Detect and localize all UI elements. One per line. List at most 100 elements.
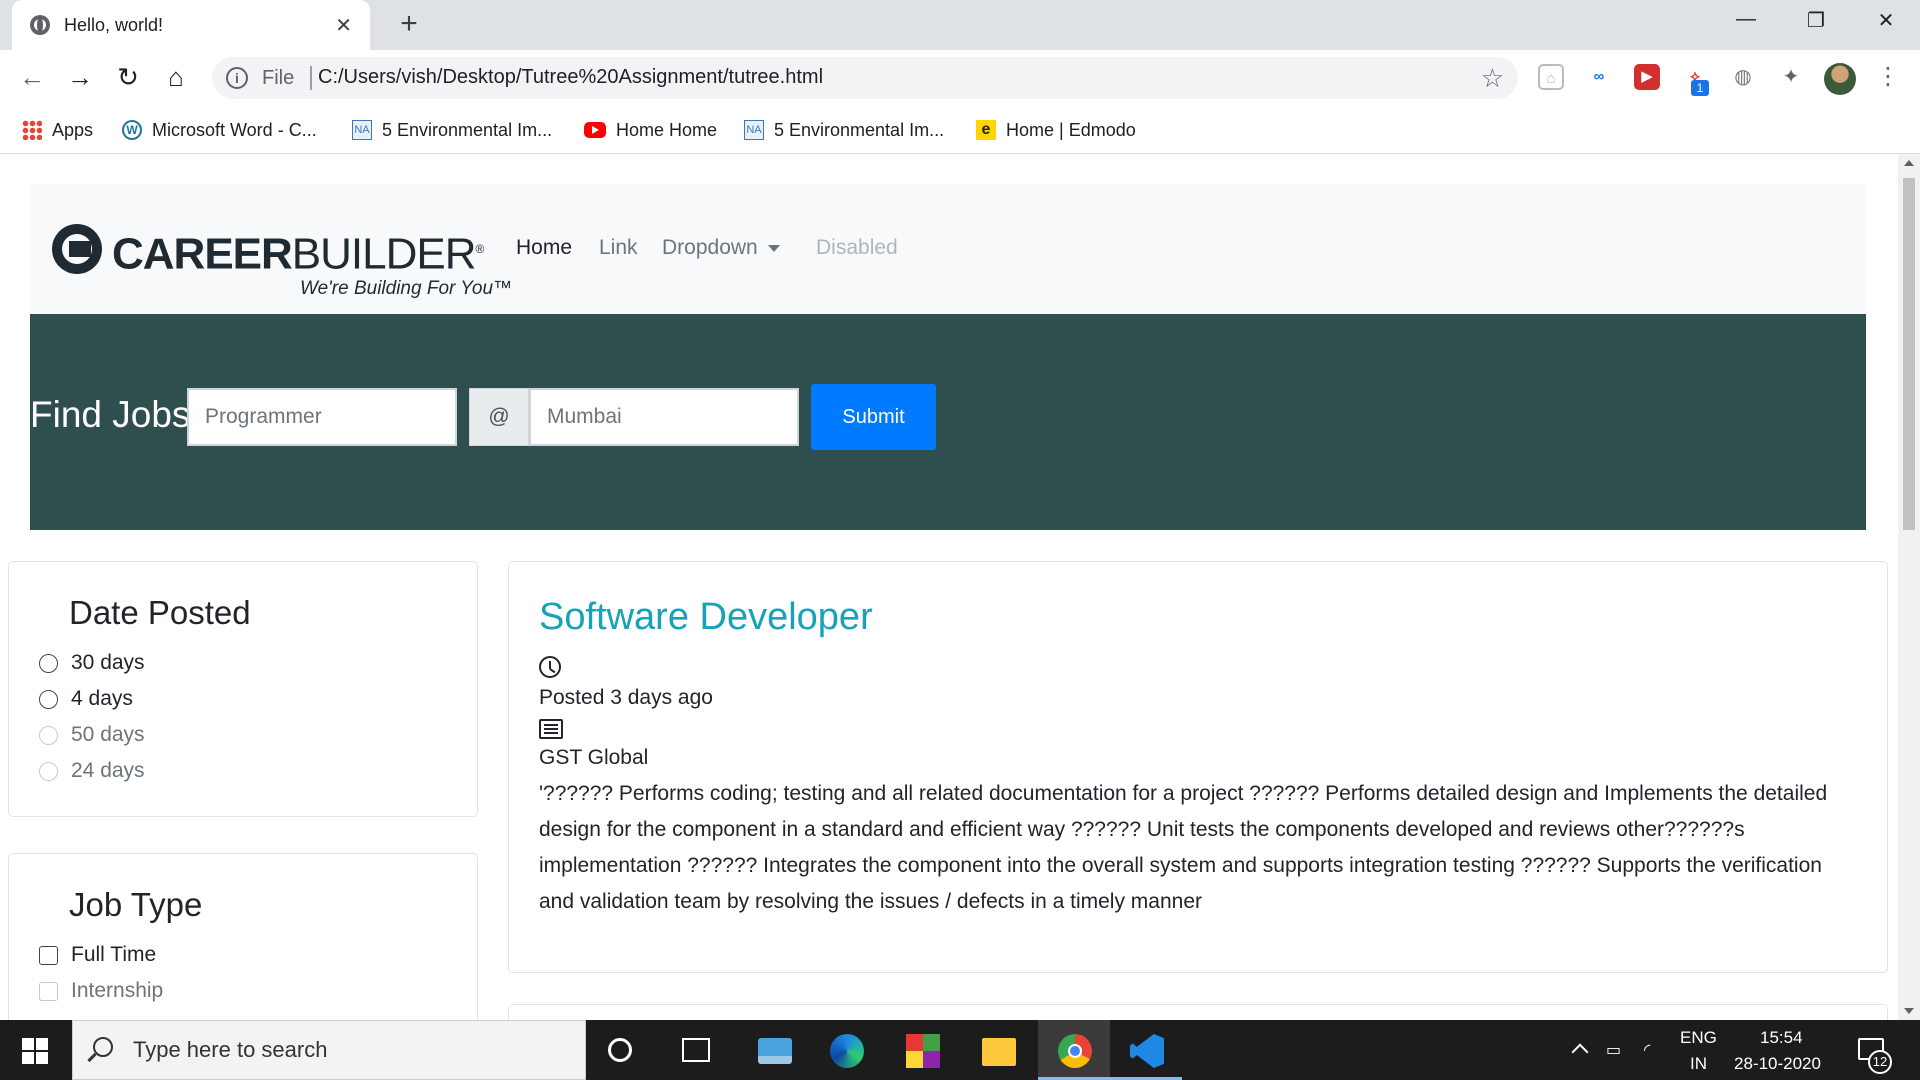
address-divider bbox=[310, 66, 312, 90]
nav-home[interactable]: Home bbox=[516, 236, 572, 260]
bookmark-label: 5 Environmental Im... bbox=[382, 119, 553, 140]
bookmark-environmental-2[interactable]: NA 5 Environmental Im... bbox=[744, 116, 944, 144]
caret-down-icon bbox=[767, 244, 780, 252]
bookmark-word[interactable]: W Microsoft Word - C... bbox=[122, 116, 317, 144]
date-option-4-days[interactable]: 4 days bbox=[39, 684, 133, 714]
globe-extension-icon[interactable]: ◍ bbox=[1730, 64, 1756, 90]
browser-tab[interactable]: Hello, world! ✕ bbox=[12, 0, 370, 50]
player-extension-icon[interactable]: ▶ bbox=[1634, 64, 1660, 90]
checkbox bbox=[39, 981, 58, 1001]
wifi-icon[interactable]: ◜ bbox=[1644, 1040, 1668, 1060]
scroll-down-arrow-icon[interactable] bbox=[1904, 1008, 1914, 1014]
bookmark-environmental-1[interactable]: NA 5 Environmental Im... bbox=[352, 116, 552, 144]
info-icon[interactable]: i bbox=[226, 67, 248, 89]
new-tab-button[interactable]: + bbox=[392, 8, 426, 42]
bookmark-star-icon[interactable]: ☆ bbox=[1481, 63, 1504, 94]
job-type-full-time[interactable]: Full Time bbox=[39, 940, 156, 970]
bookmark-label: Home Home bbox=[616, 119, 718, 140]
job-description: '?????? Performs coding; testing and all… bbox=[539, 782, 1828, 913]
checkbox[interactable] bbox=[39, 945, 58, 965]
bookmark-label: Home | Edmodo bbox=[1006, 119, 1136, 140]
home-button[interactable]: ⌂ bbox=[160, 62, 192, 94]
taskbar-search-placeholder: Type here to search bbox=[133, 1037, 328, 1062]
bookmarks-bar: Apps W Microsoft Word - C... NA 5 Enviro… bbox=[0, 106, 1920, 154]
show-hidden-icons-icon[interactable] bbox=[1571, 1043, 1589, 1061]
na-icon: NA bbox=[352, 120, 372, 140]
job-title-link[interactable]: Software Developer bbox=[539, 596, 873, 639]
job-type-filter: Job Type Full Time Internship bbox=[8, 853, 478, 1020]
wordpress-icon: W bbox=[122, 120, 142, 140]
cortana-icon[interactable] bbox=[608, 1038, 632, 1062]
globe-icon bbox=[30, 15, 50, 35]
region-indicator[interactable]: IN bbox=[1690, 1054, 1707, 1074]
profile-avatar[interactable] bbox=[1824, 63, 1856, 95]
bookmark-label: Microsoft Word - C... bbox=[152, 119, 317, 140]
job-listing-card: Software Developer Posted 3 days ago GST… bbox=[508, 561, 1888, 973]
owl-extension-icon[interactable]: ∞ bbox=[1586, 64, 1612, 90]
puzzle-extensions-icon[interactable]: ✦ bbox=[1778, 64, 1804, 90]
search-icon bbox=[93, 1037, 113, 1057]
pocket-extension-icon[interactable]: ⌂ bbox=[1538, 64, 1564, 90]
bookmark-edmodo[interactable]: e Home | Edmodo bbox=[976, 116, 1136, 144]
date-option-30-days[interactable]: 30 days bbox=[39, 648, 145, 678]
vscode-icon[interactable] bbox=[1130, 1034, 1164, 1068]
bookmark-apps[interactable]: Apps bbox=[22, 116, 93, 144]
careerbuilder-mark-icon bbox=[52, 224, 102, 274]
alarm-clock-icon bbox=[539, 656, 561, 678]
radio-button[interactable] bbox=[39, 653, 58, 673]
youtube-icon bbox=[584, 122, 606, 138]
battery-icon[interactable]: ▭ bbox=[1606, 1040, 1630, 1060]
close-window-button[interactable]: ✕ bbox=[1866, 8, 1906, 38]
date-option-24-days: 24 days bbox=[39, 756, 145, 786]
windows-start-icon[interactable] bbox=[22, 1038, 48, 1064]
page-scrollbar[interactable] bbox=[1898, 154, 1920, 1020]
restore-button[interactable]: ❐ bbox=[1796, 8, 1836, 38]
address-bar[interactable]: i File C:/Users/vish/Desktop/Tutree%20As… bbox=[212, 57, 1518, 99]
laptop-app-icon[interactable] bbox=[758, 1038, 792, 1064]
tab-strip: Hello, world! ✕ + — ❐ ✕ bbox=[0, 0, 1920, 50]
edmodo-icon: e bbox=[976, 120, 996, 140]
edge-browser-icon[interactable] bbox=[830, 1034, 864, 1068]
windows-taskbar: Type here to search ▭ ◜ ENG IN 15:54 28-… bbox=[0, 1020, 1920, 1080]
company-list-icon bbox=[539, 719, 563, 739]
clock-time[interactable]: 15:54 bbox=[1760, 1028, 1803, 1048]
careerbuilder-logo[interactable]: CAREERBUILDER® We're Building For You™ bbox=[52, 224, 512, 304]
reload-button[interactable]: ↻ bbox=[112, 62, 144, 94]
extension-badge: 1 bbox=[1691, 80, 1709, 96]
tab-close-icon[interactable]: ✕ bbox=[335, 13, 352, 38]
job-listing-card-next bbox=[508, 1004, 1888, 1020]
back-button[interactable]: ← bbox=[16, 62, 48, 94]
minimize-button[interactable]: — bbox=[1726, 8, 1766, 38]
location-input[interactable]: Mumbai bbox=[529, 388, 799, 446]
tab-title: Hello, world! bbox=[64, 14, 164, 35]
logo-wordmark: CAREERBUILDER® bbox=[112, 229, 484, 279]
task-view-icon[interactable] bbox=[682, 1038, 710, 1062]
company-name: GST Global bbox=[539, 746, 649, 769]
bookmark-label: 5 Environmental Im... bbox=[774, 119, 945, 140]
bookmark-label: Apps bbox=[52, 119, 94, 140]
forward-button[interactable]: → bbox=[64, 62, 96, 94]
menu-kebab-icon[interactable]: ⋮ bbox=[1876, 62, 1900, 91]
file-explorer-icon[interactable] bbox=[982, 1038, 1016, 1066]
job-keyword-input[interactable]: Programmer bbox=[187, 388, 457, 446]
submit-button[interactable]: Submit bbox=[811, 384, 936, 450]
url-text[interactable]: C:/Users/vish/Desktop/Tutree%20Assignmen… bbox=[318, 66, 823, 89]
job-type-internship: Internship bbox=[39, 976, 163, 1006]
page-viewport: CAREERBUILDER® We're Building For You™ H… bbox=[0, 154, 1898, 1020]
radio-button[interactable] bbox=[39, 689, 58, 709]
scroll-thumb[interactable] bbox=[1903, 178, 1915, 530]
date-posted-filter: Date Posted 30 days 4 days 50 days 24 da… bbox=[8, 561, 478, 817]
apps-grid-icon bbox=[22, 120, 42, 140]
site-navbar: CAREERBUILDER® We're Building For You™ H… bbox=[30, 184, 1866, 314]
nav-dropdown[interactable]: Dropdown bbox=[662, 236, 780, 260]
radio-button bbox=[39, 761, 58, 781]
language-indicator[interactable]: ENG bbox=[1680, 1028, 1717, 1048]
clock-date[interactable]: 28-10-2020 bbox=[1734, 1054, 1821, 1074]
chrome-browser-icon[interactable] bbox=[1058, 1034, 1092, 1068]
taskbar-search[interactable]: Type here to search bbox=[72, 1020, 586, 1080]
date-option-50-days: 50 days bbox=[39, 720, 145, 750]
office-app-icon[interactable] bbox=[906, 1034, 940, 1068]
nav-link[interactable]: Link bbox=[599, 236, 638, 260]
scroll-up-arrow-icon[interactable] bbox=[1904, 160, 1914, 166]
bookmark-youtube[interactable]: Home Home bbox=[584, 116, 717, 144]
